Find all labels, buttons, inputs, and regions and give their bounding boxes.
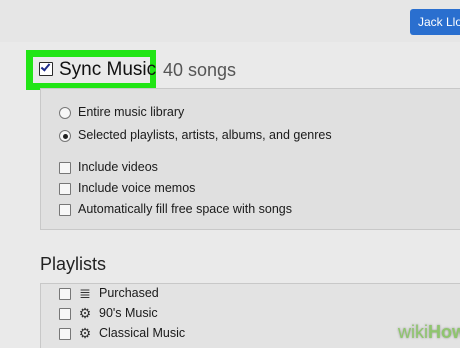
include-videos-label: Include videos [78,160,158,174]
entire-library-label: Entire music library [78,105,185,119]
playlist-label: Classical Music [99,326,186,340]
entire-library-radio[interactable] [59,107,71,119]
watermark-how: How [428,322,460,342]
include-voice-memos-checkbox[interactable] [59,183,71,195]
playlists-heading: Playlists [40,254,107,274]
sync-music-checkbox[interactable] [39,61,53,76]
wikihow-watermark: wikiHow [398,322,460,343]
autofill-label: Automatically fill free space with songs [78,202,292,216]
autofill-checkbox[interactable] [59,204,71,216]
song-count: 40 songs [163,60,237,80]
playlist-icon: ≣ [79,285,91,301]
gear-icon: ⚙ [78,305,92,321]
playlist-label: Purchased [99,286,159,300]
playlist-checkbox[interactable] [59,328,71,340]
top-toolbar: Jack Llo [0,0,460,42]
selected-items-label: Selected playlists, artists, albums, and… [78,128,332,142]
playlist-checkbox[interactable] [59,288,71,300]
playlist-label: 90's Music [99,306,158,320]
include-videos-checkbox[interactable] [59,162,71,174]
gear-icon: ⚙ [78,325,92,341]
include-voice-memos-label: Include voice memos [78,181,196,195]
account-button[interactable]: Jack Llo [410,9,460,35]
selected-items-radio[interactable] [59,130,71,142]
sync-music-label: Sync Music [59,59,157,80]
playlist-checkbox[interactable] [59,308,71,320]
watermark-wiki: wiki [398,322,428,342]
check-icon [40,61,51,72]
